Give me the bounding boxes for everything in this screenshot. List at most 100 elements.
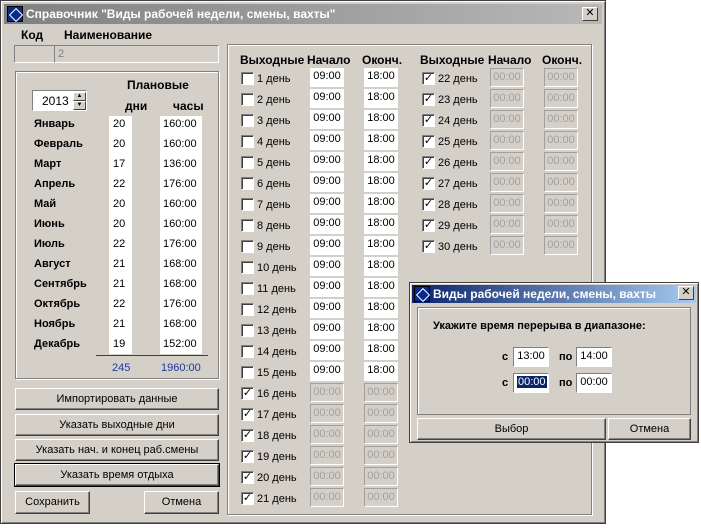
close-icon[interactable]: ✕	[582, 7, 598, 21]
dayoff-checkbox[interactable]	[241, 72, 254, 85]
dayoff-checkbox[interactable]	[241, 114, 254, 127]
day-start-input[interactable]: 09:00	[310, 320, 344, 339]
day-end-input[interactable]: 00:00	[544, 194, 578, 213]
dialog-cancel-button[interactable]: Отмена	[608, 418, 691, 440]
month-days[interactable]: 17	[113, 158, 125, 170]
day-start-input[interactable]: 09:00	[310, 68, 344, 87]
month-hours[interactable]: 176:00	[163, 178, 197, 190]
dayoff-checkbox[interactable]	[241, 324, 254, 337]
day-start-input[interactable]: 00:00	[490, 131, 524, 150]
day-end-input[interactable]: 18:00	[364, 110, 398, 129]
day-start-input[interactable]: 09:00	[310, 89, 344, 108]
day-start-input[interactable]: 09:00	[310, 362, 344, 381]
day-start-input[interactable]: 09:00	[310, 341, 344, 360]
day-start-input[interactable]: 00:00	[310, 383, 344, 402]
day-end-input[interactable]: 18:00	[364, 131, 398, 150]
month-hours[interactable]: 136:00	[163, 158, 197, 170]
dialog-select-button[interactable]: Выбор	[417, 418, 606, 440]
day-end-input[interactable]: 18:00	[364, 257, 398, 276]
month-days[interactable]: 20	[113, 198, 125, 210]
month-days[interactable]: 22	[113, 178, 125, 190]
set-rest-button[interactable]: Указать время отдыха	[14, 463, 220, 487]
month-hours[interactable]: 160:00	[163, 198, 197, 210]
set-shift-button[interactable]: Указать нач. и конец раб.смены	[15, 439, 219, 461]
day-end-input[interactable]: 00:00	[364, 446, 398, 465]
dayoff-checkbox[interactable]: ✓	[422, 135, 435, 148]
day-end-input[interactable]: 00:00	[544, 131, 578, 150]
day-end-input[interactable]: 00:00	[364, 488, 398, 507]
day-start-input[interactable]: 09:00	[310, 278, 344, 297]
day-end-input[interactable]: 00:00	[544, 68, 578, 87]
month-days[interactable]: 21	[113, 278, 125, 290]
dayoff-checkbox[interactable]: ✓	[422, 156, 435, 169]
day-end-input[interactable]: 18:00	[364, 299, 398, 318]
month-hours[interactable]: 160:00	[163, 118, 197, 130]
spin-down-icon[interactable]: ▼	[73, 101, 86, 110]
day-start-input[interactable]: 00:00	[490, 215, 524, 234]
dayoff-checkbox[interactable]	[241, 240, 254, 253]
month-hours[interactable]: 176:00	[163, 238, 197, 250]
spin-up-icon[interactable]: ▲	[73, 92, 86, 101]
day-start-input[interactable]: 09:00	[310, 236, 344, 255]
day-start-input[interactable]: 09:00	[310, 299, 344, 318]
day-start-input[interactable]: 09:00	[310, 131, 344, 150]
month-days[interactable]: 22	[113, 238, 125, 250]
month-days[interactable]: 20	[113, 118, 125, 130]
dayoff-checkbox[interactable]	[241, 261, 254, 274]
day-start-input[interactable]: 00:00	[490, 194, 524, 213]
day-start-input[interactable]: 00:00	[310, 488, 344, 507]
break2-from-input[interactable]: 00:00	[513, 373, 549, 393]
dayoff-checkbox[interactable]: ✓	[422, 198, 435, 211]
day-start-input[interactable]: 00:00	[310, 446, 344, 465]
day-end-input[interactable]: 18:00	[364, 341, 398, 360]
import-button[interactable]: Импортировать данные	[15, 388, 219, 410]
dayoff-checkbox[interactable]: ✓	[241, 450, 254, 463]
month-hours[interactable]: 168:00	[163, 318, 197, 330]
day-end-input[interactable]: 00:00	[364, 404, 398, 423]
dayoff-checkbox[interactable]: ✓	[422, 219, 435, 232]
dayoff-checkbox[interactable]: ✓	[241, 387, 254, 400]
day-start-input[interactable]: 09:00	[310, 215, 344, 234]
day-end-input[interactable]: 18:00	[364, 278, 398, 297]
month-days[interactable]: 22	[113, 298, 125, 310]
month-days[interactable]: 20	[113, 138, 125, 150]
month-days[interactable]: 20	[113, 218, 125, 230]
day-end-input[interactable]: 18:00	[364, 194, 398, 213]
day-end-input[interactable]: 00:00	[544, 110, 578, 129]
day-start-input[interactable]: 00:00	[490, 89, 524, 108]
dialog-close-icon[interactable]: ✕	[678, 286, 694, 300]
month-hours[interactable]: 168:00	[163, 278, 197, 290]
dayoff-checkbox[interactable]	[241, 156, 254, 169]
day-end-input[interactable]: 18:00	[364, 173, 398, 192]
month-hours[interactable]: 160:00	[163, 218, 197, 230]
dayoff-checkbox[interactable]: ✓	[422, 177, 435, 190]
break1-from-input[interactable]: 13:00	[513, 347, 549, 367]
set-days-off-button[interactable]: Указать выходные дни	[15, 414, 219, 436]
cancel-button[interactable]: Отмена	[144, 491, 219, 514]
dayoff-checkbox[interactable]	[241, 282, 254, 295]
day-end-input[interactable]: 00:00	[364, 383, 398, 402]
dayoff-checkbox[interactable]: ✓	[241, 492, 254, 505]
day-start-input[interactable]: 00:00	[310, 467, 344, 486]
year-spinner[interactable]: 2013 ▲ ▼	[32, 90, 87, 111]
day-end-input[interactable]: 00:00	[544, 236, 578, 255]
dayoff-checkbox[interactable]	[241, 93, 254, 106]
main-title-bar[interactable]: Справочник "Виды рабочей недели, смены, …	[4, 4, 602, 24]
dayoff-checkbox[interactable]	[241, 198, 254, 211]
month-days[interactable]: 21	[113, 258, 125, 270]
day-start-input[interactable]: 00:00	[490, 68, 524, 87]
day-end-input[interactable]: 18:00	[364, 320, 398, 339]
day-end-input[interactable]: 18:00	[364, 362, 398, 381]
dayoff-checkbox[interactable]: ✓	[422, 114, 435, 127]
month-hours[interactable]: 168:00	[163, 258, 197, 270]
day-end-input[interactable]: 00:00	[544, 215, 578, 234]
dayoff-checkbox[interactable]: ✓	[422, 240, 435, 253]
dayoff-checkbox[interactable]: ✓	[241, 408, 254, 421]
day-start-input[interactable]: 00:00	[490, 173, 524, 192]
dayoff-checkbox[interactable]	[241, 135, 254, 148]
day-start-input[interactable]: 09:00	[310, 194, 344, 213]
day-end-input[interactable]: 18:00	[364, 89, 398, 108]
dayoff-checkbox[interactable]	[241, 366, 254, 379]
day-end-input[interactable]: 00:00	[544, 89, 578, 108]
dayoff-checkbox[interactable]: ✓	[422, 72, 435, 85]
